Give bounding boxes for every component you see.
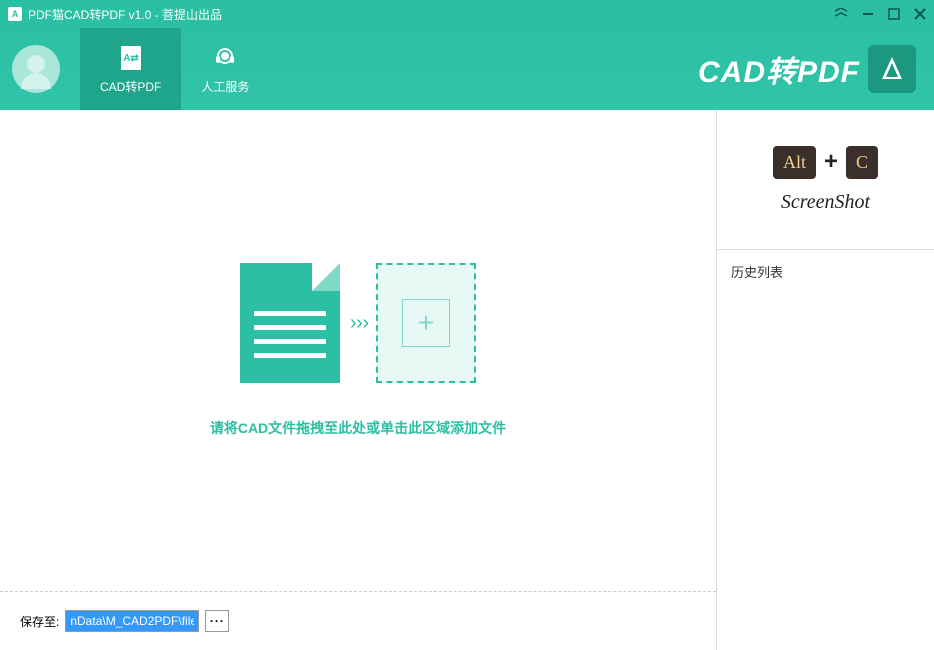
nav-cad-to-pdf[interactable]: A⇄ CAD转PDF: [80, 28, 181, 110]
brand-logo-icon: [876, 53, 908, 85]
avatar[interactable]: [12, 45, 60, 93]
history-header: 历史列表: [717, 250, 934, 293]
sidebar: Alt + C ScreenShot 历史列表: [716, 110, 934, 650]
main-panel: › › › + 请将CAD文件拖拽至此处或单击此区域添加文件 保存至: ···: [0, 110, 716, 650]
add-file-box[interactable]: +: [376, 263, 476, 383]
browse-button[interactable]: ···: [205, 610, 229, 632]
screenshot-label: ScreenShot: [781, 191, 870, 214]
drop-instruction: 请将CAD文件拖拽至此处或单击此区域添加文件: [210, 418, 506, 438]
screenshot-promo[interactable]: Alt + C ScreenShot: [717, 110, 934, 250]
app-icon: A: [8, 7, 22, 21]
brand-text: CAD转PDF: [698, 47, 860, 91]
maximize-icon[interactable]: [888, 8, 900, 20]
save-bar: 保存至: ···: [0, 592, 716, 650]
save-path-input[interactable]: [65, 610, 199, 632]
file-convert-icon: A⇄: [117, 44, 145, 72]
file-graphic: › › › +: [240, 263, 476, 383]
close-icon[interactable]: [914, 8, 926, 20]
plus-sign: +: [824, 148, 838, 176]
arrow-icon: › › ›: [350, 312, 366, 335]
key-alt: Alt: [773, 146, 816, 179]
document-icon: [240, 263, 340, 383]
key-c: C: [846, 146, 878, 179]
svg-text:A⇄: A⇄: [123, 53, 139, 64]
brand-logo: [868, 45, 916, 93]
drop-zone[interactable]: › › › + 请将CAD文件拖拽至此处或单击此区域添加文件: [0, 110, 716, 591]
toolbar: A⇄ CAD转PDF 人工服务 CAD转PDF: [0, 28, 934, 110]
save-label: 保存至:: [20, 613, 59, 630]
minimize-icon[interactable]: [862, 8, 874, 20]
headset-icon: [211, 44, 239, 72]
titlebar: A PDF猫CAD转PDF v1.0 - 菩提山出品: [0, 0, 934, 28]
nav-label: CAD转PDF: [100, 78, 161, 95]
nav-label: 人工服务: [201, 78, 249, 95]
shortcut-keys: Alt + C: [773, 146, 878, 179]
window-title: PDF猫CAD转PDF v1.0 - 菩提山出品: [28, 6, 834, 23]
menu-icon[interactable]: [834, 8, 848, 20]
plus-icon: +: [402, 299, 450, 347]
nav-support[interactable]: 人工服务: [181, 28, 269, 110]
